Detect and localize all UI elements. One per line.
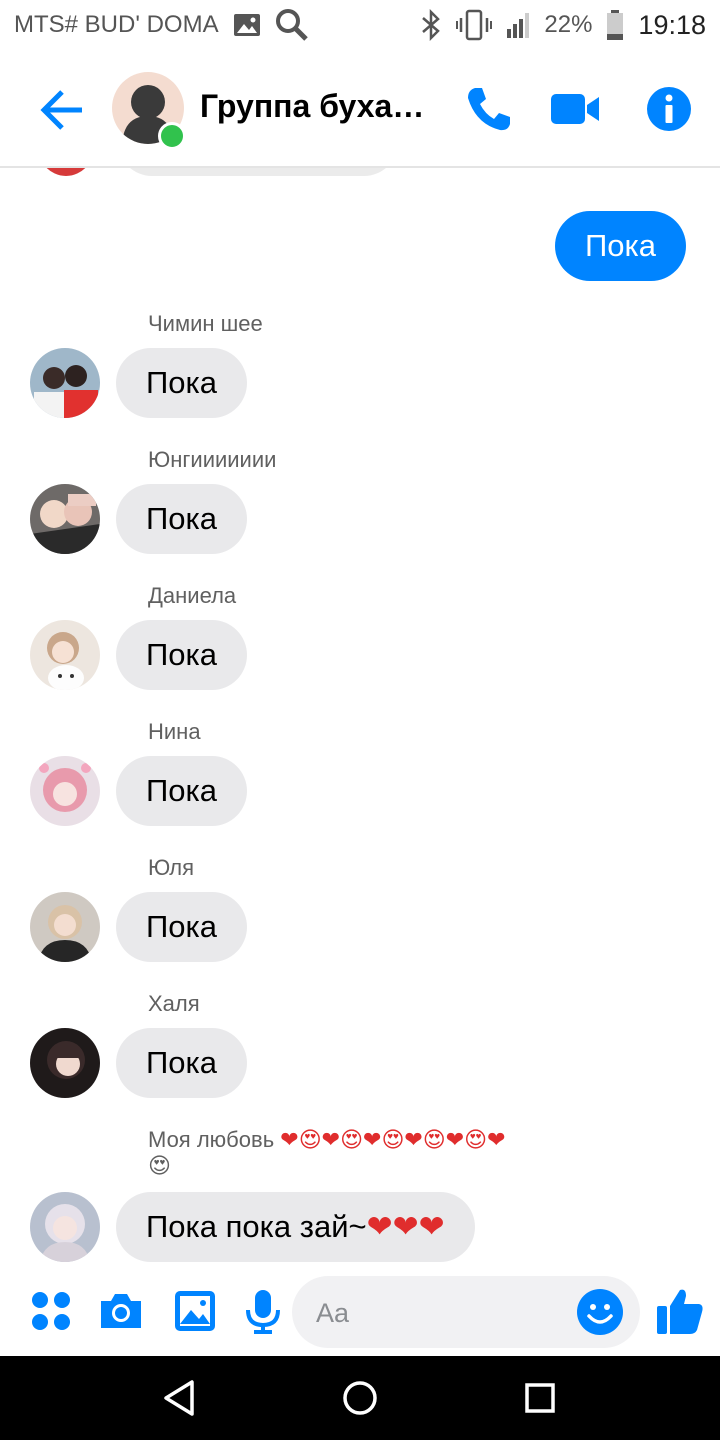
incoming-message-bubble[interactable]: Пока	[116, 620, 248, 690]
message-input-container[interactable]	[292, 1276, 640, 1348]
avatar[interactable]	[30, 756, 100, 826]
previous-message-bubble	[118, 168, 398, 176]
avatar[interactable]	[30, 484, 100, 554]
sender-name: Юнгиииииии	[148, 447, 277, 472]
emoji-icon[interactable]	[576, 1288, 624, 1336]
outgoing-message-bubble[interactable]: Пока	[554, 211, 686, 281]
search-icon	[275, 9, 308, 41]
online-status-dot	[158, 122, 186, 150]
vibrate-icon	[456, 9, 493, 41]
emoji-decoration: ❤😍❤😍❤😍❤😍❤😍❤	[274, 1127, 506, 1152]
carrier-name: MTS# BUD' DOMA	[14, 11, 219, 38]
image-notification-icon	[233, 14, 260, 36]
emoji-decoration: 😍	[148, 1153, 171, 1178]
incoming-message-bubble[interactable]: Пока	[116, 756, 248, 826]
sender-name: Юля	[148, 855, 194, 880]
nav-recents-icon[interactable]	[518, 1376, 562, 1420]
avatar[interactable]	[30, 892, 100, 962]
battery-percent: 22%	[544, 11, 593, 38]
bluetooth-icon	[422, 9, 441, 41]
apps-icon[interactable]	[28, 1288, 74, 1334]
message-text: Пока пока зай~	[146, 1209, 367, 1244]
video-icon[interactable]	[550, 84, 600, 134]
sender-name: Моя любовь ❤😍❤😍❤😍❤😍❤😍❤ 😍	[148, 1127, 506, 1179]
incoming-message-bubble[interactable]: Пока	[116, 892, 248, 962]
phone-icon[interactable]	[464, 84, 514, 134]
sender-name: Чимин шее	[148, 311, 263, 336]
avatar[interactable]	[30, 1028, 100, 1098]
message-composer	[0, 1270, 720, 1356]
sender-name: Нина	[148, 719, 201, 744]
avatar[interactable]	[30, 620, 100, 690]
chat-header: Группа бухающих	[0, 50, 720, 168]
sender-name-text: Моя любовь	[148, 1127, 275, 1152]
system-navigation-bar	[0, 1356, 720, 1440]
status-bar: MTS# BUD' DOMA 22% 19:18	[0, 0, 720, 50]
nav-home-icon[interactable]	[338, 1376, 382, 1420]
signal-icon	[507, 13, 530, 38]
message-input[interactable]	[314, 1292, 558, 1334]
incoming-message-bubble[interactable]: Пока	[116, 1028, 248, 1098]
like-icon[interactable]	[656, 1286, 704, 1336]
info-icon[interactable]	[644, 84, 694, 134]
incoming-message-bubble[interactable]: Пока	[116, 484, 248, 554]
battery-icon	[607, 10, 624, 40]
nav-back-icon[interactable]	[158, 1376, 202, 1420]
back-icon[interactable]	[38, 86, 86, 134]
incoming-message-bubble[interactable]: Пока	[116, 348, 248, 418]
gallery-icon[interactable]	[172, 1288, 218, 1334]
message-list[interactable]: Пока Чимин шее Пока Юнгиииииии Пока Дани…	[0, 168, 720, 1270]
camera-icon[interactable]	[98, 1288, 144, 1334]
mic-icon[interactable]	[240, 1288, 286, 1334]
clock: 19:18	[638, 9, 706, 40]
sender-name: Даниела	[148, 583, 237, 608]
avatar[interactable]	[30, 348, 100, 418]
avatar[interactable]	[30, 1192, 100, 1262]
incoming-message-bubble[interactable]: Пока пока зай~❤❤❤	[116, 1192, 475, 1262]
sender-name: Халя	[148, 991, 200, 1016]
chat-title[interactable]: Группа бухающих	[200, 88, 450, 125]
hearts-emoji: ❤❤❤	[366, 1209, 445, 1244]
previous-message-avatar	[36, 168, 96, 176]
